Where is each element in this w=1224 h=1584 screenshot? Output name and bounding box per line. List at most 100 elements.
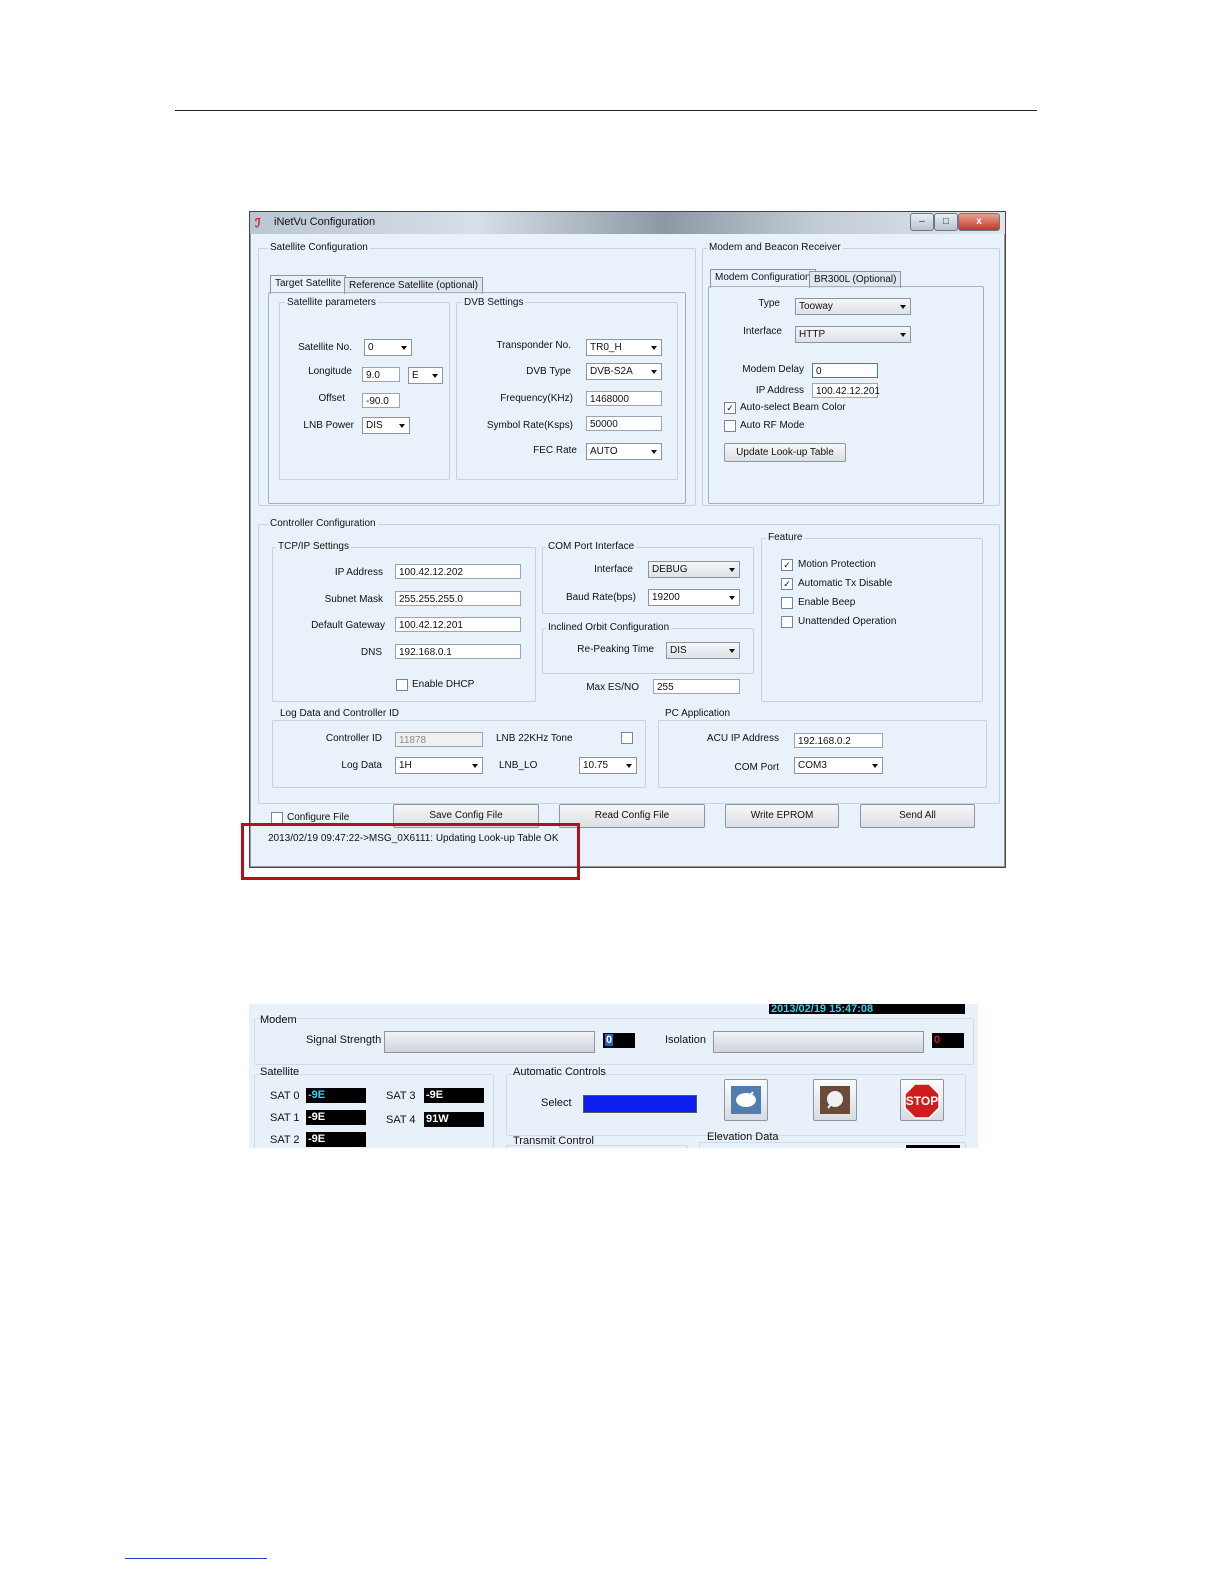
log-data-title: Log Data and Controller ID <box>278 708 401 719</box>
auto-rf-checkbox[interactable] <box>724 420 736 432</box>
modem-delay-label: Modem Delay <box>742 364 804 375</box>
lnb-power-select[interactable]: DIS <box>362 417 410 434</box>
update-lookup-table-button[interactable]: Update Look-up Table <box>724 443 846 462</box>
page-header-rule <box>175 110 1037 111</box>
write-eprom-button[interactable]: Write EPROM <box>725 804 839 828</box>
subnet-mask-label: Subnet Mask <box>324 594 383 605</box>
sat2-value: -9E <box>306 1132 366 1147</box>
repeak-time-label: Re-Peaking Time <box>577 644 654 655</box>
lnb-lo-label: LNB_LO <box>499 760 538 771</box>
controller-ip-input[interactable]: 100.42.12.202 <box>395 564 521 579</box>
dish-stow-icon <box>820 1086 850 1114</box>
gateway-input[interactable]: 100.42.12.201 <box>395 617 521 632</box>
isolation-bar <box>713 1031 924 1053</box>
config-window: ℐ iNetVu Configuration – □ x Satellite C… <box>249 211 1006 868</box>
lnb-tone-checkbox[interactable] <box>621 732 633 744</box>
longitude-direction-select[interactable]: E <box>408 367 443 384</box>
subnet-mask-input[interactable]: 255.255.255.0 <box>395 591 521 606</box>
modem-type-select[interactable]: Tooway <box>795 298 911 315</box>
lnb-lo-select[interactable]: 10.75 <box>579 757 637 774</box>
sat3-label: SAT 3 <box>386 1090 416 1102</box>
app-logo-icon: ℐ <box>255 216 261 230</box>
repeak-time-select[interactable]: DIS <box>666 642 740 659</box>
modem-interface-select[interactable]: HTTP <box>795 326 911 343</box>
sat0-label: SAT 0 <box>270 1090 300 1102</box>
satellite-dish-button[interactable] <box>724 1079 768 1121</box>
send-all-button[interactable]: Send All <box>860 804 975 828</box>
enable-beep-checkbox[interactable] <box>781 597 793 609</box>
lnb-power-label: LNB Power <box>303 420 354 431</box>
type-label: Type <box>758 298 780 309</box>
signal-strength-value: 0 <box>603 1033 635 1048</box>
minimize-button[interactable]: – <box>910 213 934 231</box>
sat1-value: -9E <box>306 1110 366 1125</box>
longitude-input[interactable]: 9.0 <box>362 367 400 382</box>
satellite-title: Satellite <box>260 1066 300 1078</box>
transmit-control-title: Transmit Control <box>513 1135 594 1147</box>
baud-rate-label: Baud Rate(bps) <box>565 592 636 603</box>
auto-tx-disable-checkbox[interactable]: ✓ <box>781 578 793 590</box>
controller-ip-label: IP Address <box>334 567 383 578</box>
baud-rate-select[interactable]: 19200 <box>648 589 740 606</box>
fec-rate-label: FEC Rate <box>533 445 577 456</box>
feature-title: Feature <box>766 532 805 543</box>
symbol-rate-input[interactable]: 50000 <box>586 416 662 431</box>
satellite-no-select[interactable]: 0 <box>364 339 412 356</box>
motion-protection-label: Motion Protection <box>798 559 876 570</box>
pc-com-port-select[interactable]: COM3 <box>794 757 883 774</box>
motion-protection-checkbox[interactable]: ✓ <box>781 559 793 571</box>
auto-beam-checkbox[interactable]: ✓ <box>724 402 736 414</box>
select-label: Select <box>541 1097 572 1109</box>
satellite-config-title: Satellite Configuration <box>268 242 370 253</box>
auto-tx-disable-label: Automatic Tx Disable <box>798 578 893 589</box>
max-esno-input[interactable]: 255 <box>653 679 740 694</box>
satellite-no-label: Satellite No. <box>298 342 352 353</box>
offset-input[interactable]: -90.0 <box>362 393 400 408</box>
transponder-select[interactable]: TR0_H <box>586 339 662 356</box>
enable-dhcp-checkbox[interactable] <box>396 679 408 691</box>
title-bar[interactable]: ℐ iNetVu Configuration – □ x <box>250 212 1005 234</box>
stop-button[interactable]: STOP <box>900 1079 944 1121</box>
acu-ip-input[interactable]: 192.168.0.2 <box>794 733 883 748</box>
frequency-input[interactable]: 1468000 <box>586 391 662 406</box>
unattended-operation-checkbox[interactable] <box>781 616 793 628</box>
dvb-type-label: DVB Type <box>526 366 571 377</box>
dns-label: DNS <box>360 647 382 658</box>
isolation-label: Isolation <box>665 1034 706 1046</box>
modem-delay-input[interactable]: 0 <box>812 363 878 378</box>
pc-application-title: PC Application <box>663 708 733 719</box>
deploy-button[interactable] <box>813 1079 857 1121</box>
maximize-button[interactable]: □ <box>934 213 958 231</box>
tcpip-title: TCP/IP Settings <box>276 541 351 552</box>
auto-beam-label: Auto-select Beam Color <box>740 402 846 413</box>
select-bar[interactable] <box>583 1095 697 1113</box>
sat4-value: 91W <box>424 1112 484 1127</box>
auto-rf-label: Auto RF Mode <box>740 420 805 431</box>
log-data-select[interactable]: 1H <box>395 757 483 774</box>
enable-dhcp-label: Enable DHCP <box>412 679 475 690</box>
com-port-title: COM Port Interface <box>546 541 637 552</box>
signal-strength-label: Signal Strength <box>306 1034 382 1046</box>
fec-rate-select[interactable]: AUTO <box>586 443 662 460</box>
modem-ip-input[interactable]: 100.42.12.201 <box>812 383 880 398</box>
dns-input[interactable]: 192.168.0.1 <box>395 644 521 659</box>
lnb-tone-label: LNB 22KHz Tone <box>496 733 573 744</box>
offset-label: Offset <box>318 393 346 404</box>
read-config-file-button[interactable]: Read Config File <box>559 804 705 828</box>
status-panel: 2013/02/19 15:47:08 Modem Signal Strengt… <box>249 1004 978 1148</box>
satellite-params-group <box>279 302 450 480</box>
close-button[interactable]: x <box>958 213 1000 231</box>
window-title: iNetVu Configuration <box>274 216 376 228</box>
sat4-label: SAT 4 <box>386 1114 416 1126</box>
controller-id-input[interactable]: 11878 <box>395 732 483 747</box>
highlight-box <box>241 823 580 880</box>
longitude-label: Longitude <box>308 366 352 377</box>
max-esno-label: Max ES/NO <box>586 682 639 693</box>
dvb-type-select[interactable]: DVB-S2A <box>586 363 662 380</box>
modem-beacon-title: Modem and Beacon Receiver <box>707 242 843 253</box>
satellite-dish-icon <box>731 1086 761 1114</box>
signal-strength-bar <box>384 1031 595 1053</box>
configure-file-label: Configure File <box>287 812 350 823</box>
com-interface-select[interactable]: DEBUG <box>648 561 740 578</box>
sat0-value: -9E <box>306 1088 366 1103</box>
